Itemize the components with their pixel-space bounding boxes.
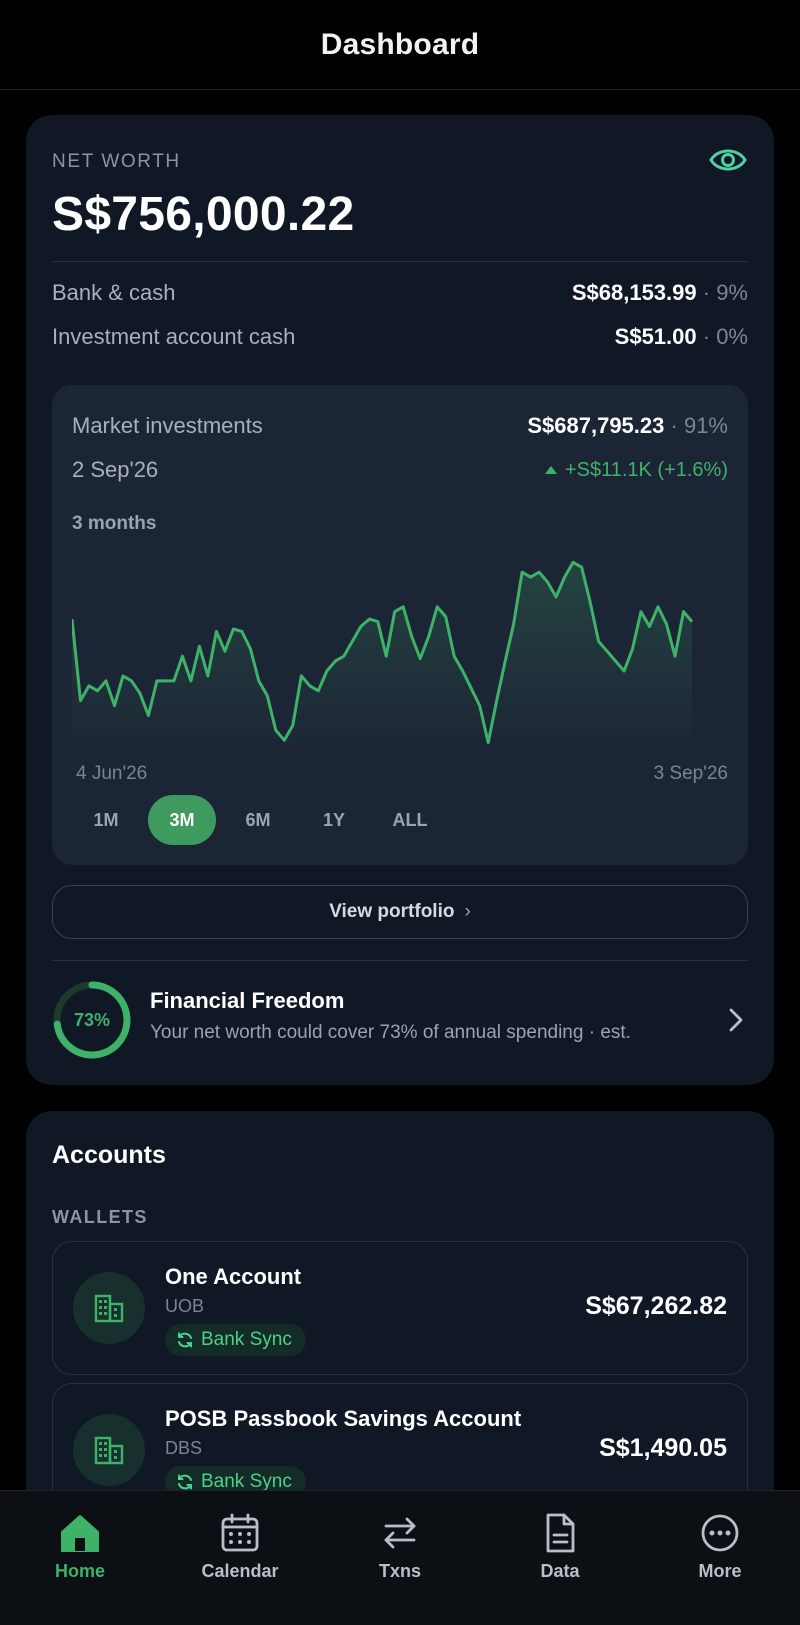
market-amount: S$687,795.23 [527, 413, 665, 438]
bank-building-icon [73, 1414, 145, 1486]
tab-calendar[interactable]: Calendar [160, 1491, 320, 1625]
home-icon [61, 1515, 99, 1552]
row-percent: · 9% [702, 280, 748, 305]
x-axis-start: 4 Jun'26 [76, 763, 148, 784]
account-balance: S$67,262.82 [585, 1292, 727, 1320]
period-1m[interactable]: 1M [72, 795, 140, 845]
transfer-icon [384, 1517, 416, 1549]
wallets-section-label: WALLETS [52, 1207, 148, 1227]
eye-icon[interactable] [708, 145, 748, 175]
tab-label: Calendar [201, 1561, 279, 1581]
tab-label: Data [540, 1561, 580, 1581]
bank-building-icon [73, 1272, 145, 1344]
accounts-title: Accounts [52, 1141, 166, 1169]
row-label: Bank & cash [52, 280, 176, 305]
market-date-row: 2 Sep'26 +S$11.1K (+1.6%) [72, 457, 728, 483]
market-row: Market investments S$687,795.23 · 91% [72, 413, 728, 439]
tab-label: Txns [378, 1561, 421, 1581]
divider [52, 261, 748, 262]
account-bank: UOB [165, 1296, 205, 1316]
bank-cash-row: Bank & cash S$68,153.99 · 9% [52, 280, 748, 306]
market-percent: · 91% [670, 413, 728, 438]
row-label: Investment account cash [52, 324, 296, 349]
freedom-title: Financial Freedom [150, 988, 345, 1013]
row-percent: · 0% [702, 324, 748, 349]
account-bank: DBS [165, 1438, 203, 1458]
tab-home[interactable]: Home [0, 1491, 160, 1625]
more-icon [701, 1514, 739, 1552]
freedom-percent: 73% [73, 1009, 111, 1030]
market-investments-panel: Market investments S$687,795.23 · 91% 2 … [52, 385, 748, 865]
chevron-right-icon [729, 1008, 743, 1032]
calendar-icon [221, 1513, 259, 1552]
sync-label: Bank Sync [201, 1329, 292, 1350]
market-chart[interactable] [72, 545, 728, 755]
market-label: Market investments [72, 413, 263, 438]
document-icon [546, 1513, 575, 1553]
net-worth-label: NET WORTH [52, 151, 181, 172]
period-6m[interactable]: 6M [224, 795, 292, 845]
account-item[interactable]: One Account UOB Bank Sync S$67,262.82 [52, 1241, 748, 1375]
page-title: Dashboard [320, 27, 480, 61]
chevron-right-icon: › [464, 901, 471, 922]
view-portfolio-button[interactable]: View portfolio › [52, 885, 748, 939]
sync-icon [178, 1332, 192, 1348]
accounts-card: Accounts WALLETS One Account UOB Bank Sy… [26, 1111, 774, 1517]
row-amount: S$51.00 [614, 324, 697, 349]
account-name: POSB Passbook Savings Account [165, 1406, 522, 1431]
financial-freedom-row[interactable]: 73% Financial Freedom Your net worth cou… [52, 980, 748, 1060]
tab-label: More [698, 1561, 742, 1581]
period-all[interactable]: ALL [376, 795, 444, 845]
net-worth-value: S$756,000.22 [52, 188, 355, 241]
chart-area [72, 562, 692, 755]
account-name: One Account [165, 1264, 302, 1289]
period-3m[interactable]: 3M [148, 795, 216, 845]
x-axis-end: 3 Sep'26 [653, 763, 728, 784]
top-bar: Dashboard [0, 0, 800, 90]
bottom-tab-bar: Home Calendar Txns Data More [0, 1490, 800, 1625]
net-worth-card: NET WORTH S$756,000.22 Bank & cash S$68,… [26, 115, 774, 1085]
tab-label: Home [54, 1561, 105, 1581]
bank-sync-badge: Bank Sync [165, 1324, 306, 1356]
account-balance: S$1,490.05 [599, 1434, 727, 1462]
tab-more[interactable]: More [640, 1491, 800, 1625]
divider [52, 960, 748, 961]
investment-cash-row: Investment account cash S$51.00 · 0% [52, 324, 748, 350]
tab-data[interactable]: Data [480, 1491, 640, 1625]
view-portfolio-label: View portfolio [329, 901, 455, 922]
up-triangle-icon [544, 466, 557, 475]
change-value: +S$11.1K (+1.6%) [564, 458, 728, 481]
period-selector: 1M 3M 6M 1Y ALL [72, 795, 444, 845]
freedom-subtitle: Your net worth could cover 73% of annual… [150, 1022, 631, 1043]
period-1y[interactable]: 1Y [300, 795, 368, 845]
tab-txns[interactable]: Txns [320, 1491, 480, 1625]
market-date: 2 Sep'26 [72, 457, 159, 482]
sync-icon [178, 1474, 192, 1490]
market-change: +S$11.1K (+1.6%) [544, 458, 728, 482]
row-amount: S$68,153.99 [571, 280, 697, 305]
range-label: 3 months [72, 513, 157, 534]
